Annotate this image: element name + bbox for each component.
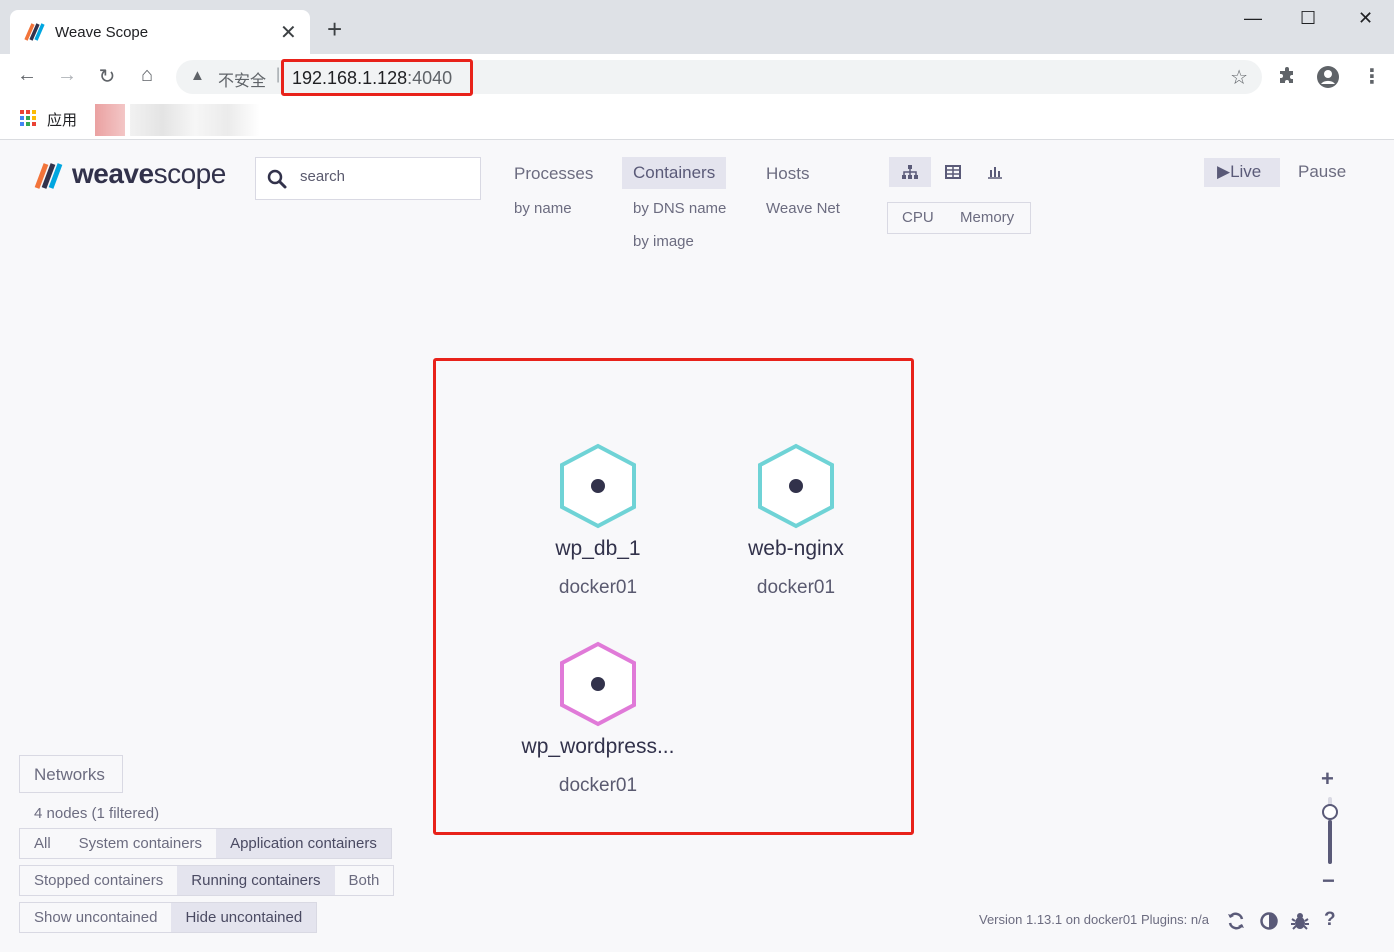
resource-view-icon[interactable] — [974, 157, 1016, 187]
subtopology-weave-net[interactable]: Weave Net — [766, 200, 840, 217]
subtopology-by-name[interactable]: by name — [514, 200, 572, 217]
container-hexagon-icon — [758, 443, 834, 529]
new-tab-button[interactable]: + — [327, 16, 342, 42]
apps-label[interactable]: 应用 — [47, 109, 77, 130]
menu-icon[interactable]: ⋮ — [1362, 64, 1382, 89]
topology-processes[interactable]: Processes — [503, 158, 604, 190]
node-host: docker01 — [558, 577, 638, 598]
tab-close-icon[interactable]: ✕ — [280, 20, 297, 45]
blurred-bookmark[interactable] — [95, 104, 125, 136]
node-label: wp_db_1 — [555, 537, 641, 560]
logo-text: weavescope — [72, 158, 226, 190]
url-separator: | — [276, 66, 281, 83]
container-hexagon-icon — [560, 641, 636, 727]
filter-all[interactable]: All — [20, 829, 65, 858]
minimize-icon[interactable]: — — [1244, 8, 1262, 29]
contrast-icon[interactable] — [1259, 911, 1279, 931]
search-icon — [267, 169, 287, 189]
weavescope-logo: weavescope — [34, 158, 234, 194]
node-label: wp_wordpress... — [521, 735, 675, 758]
subtopology-by-image[interactable]: by image — [633, 233, 694, 250]
apps-icon[interactable] — [20, 110, 36, 126]
container-hexagon-icon — [560, 443, 636, 529]
reload-icon[interactable]: ↻ — [94, 64, 120, 89]
metric-selector: CPU Memory — [887, 202, 1031, 234]
version-text: Version 1.13.1 on docker01 — [979, 912, 1138, 927]
node-host: docker01 — [558, 775, 638, 796]
bookmarks-bar: 应用 — [0, 100, 1394, 140]
zoom-in-button[interactable]: + — [1321, 766, 1334, 792]
search-box[interactable] — [255, 157, 481, 200]
home-icon[interactable]: ⌂ — [134, 64, 160, 87]
refresh-icon[interactable] — [1226, 911, 1246, 931]
url-host: 192.168.1.128 — [292, 68, 408, 88]
profile-icon[interactable] — [1316, 65, 1340, 89]
weave-logo-icon — [34, 163, 63, 189]
node-count: 4 nodes (1 filtered) — [34, 805, 160, 822]
metric-cpu[interactable]: CPU — [902, 209, 934, 226]
filter-group-state: Stopped containers Running containers Bo… — [19, 865, 395, 896]
browser-tab-bar: Weave Scope ✕ + — ☐ ✕ — [0, 0, 1394, 54]
zoom-fill — [1328, 820, 1332, 864]
view-mode-selector — [889, 157, 1015, 187]
topology-containers[interactable]: Containers — [622, 157, 727, 189]
extensions-icon[interactable] — [1278, 66, 1298, 86]
play-icon: ▶ — [1217, 162, 1231, 181]
bug-icon[interactable] — [1290, 911, 1310, 931]
filter-group-uncontained: Show uncontained Hide uncontained — [19, 902, 318, 933]
browser-toolbar: ← → ↻ ⌂ ▲ 不安全 | 192.168.1.128:4040 ☆ ⋮ — [0, 54, 1394, 100]
filter-both[interactable]: Both — [335, 866, 394, 895]
maximize-icon[interactable]: ☐ — [1300, 8, 1316, 29]
plugins-text: Plugins: n/a — [1141, 912, 1209, 927]
logo-light: scope — [153, 158, 227, 189]
pause-button[interactable]: Pause — [1298, 162, 1346, 182]
metric-memory[interactable]: Memory — [960, 209, 1014, 226]
browser-tab[interactable]: Weave Scope ✕ — [10, 10, 310, 54]
zoom-slider-handle[interactable] — [1322, 804, 1338, 820]
blurred-bookmark[interactable] — [130, 104, 260, 136]
warning-icon: ▲ — [190, 67, 205, 84]
graph-node[interactable]: wp_db_1 docker01 — [498, 443, 698, 599]
filter-group-scope: All System containers Application contai… — [19, 828, 392, 859]
filter-application-containers[interactable]: Application containers — [216, 829, 391, 858]
url-text[interactable]: 192.168.1.128:4040 — [292, 68, 452, 89]
logo-bold: weave — [72, 158, 154, 189]
url-highlight-box: 192.168.1.128:4040 — [281, 59, 473, 96]
filter-running-containers[interactable]: Running containers — [177, 866, 335, 895]
close-window-icon[interactable]: ✕ — [1358, 8, 1373, 29]
live-button[interactable]: ▶Live — [1204, 158, 1280, 187]
insecure-label: 不安全 — [218, 73, 267, 90]
filter-stopped-containers[interactable]: Stopped containers — [20, 866, 177, 895]
forward-icon[interactable]: → — [54, 64, 80, 87]
help-icon[interactable]: ? — [1324, 909, 1336, 931]
table-view-icon[interactable] — [932, 157, 974, 187]
search-input[interactable] — [300, 168, 470, 185]
url-port: :4040 — [407, 68, 453, 88]
address-bar[interactable]: ▲ 不安全 | 192.168.1.128:4040 ☆ — [176, 59, 1262, 96]
networks-button[interactable]: Networks — [19, 755, 123, 793]
graph-node[interactable]: wp_wordpress... docker01 — [498, 641, 698, 797]
zoom-out-button[interactable]: − — [1322, 868, 1335, 894]
graph-node[interactable]: web-nginx docker01 — [696, 443, 896, 599]
filter-hide-uncontained[interactable]: Hide uncontained — [171, 903, 317, 932]
filter-system-containers[interactable]: System containers — [65, 829, 216, 858]
live-label: Live — [1230, 162, 1262, 181]
filter-show-uncontained[interactable]: Show uncontained — [20, 903, 171, 932]
weave-favicon-icon — [24, 23, 45, 41]
tab-title: Weave Scope — [55, 24, 149, 41]
node-host: docker01 — [756, 577, 836, 598]
subtopology-by-dns-name[interactable]: by DNS name — [633, 200, 726, 217]
node-label: web-nginx — [748, 537, 844, 560]
star-icon[interactable]: ☆ — [1230, 65, 1248, 90]
topology-hosts[interactable]: Hosts — [755, 158, 820, 190]
graph-view-icon[interactable] — [889, 157, 931, 187]
back-icon[interactable]: ← — [14, 64, 40, 87]
